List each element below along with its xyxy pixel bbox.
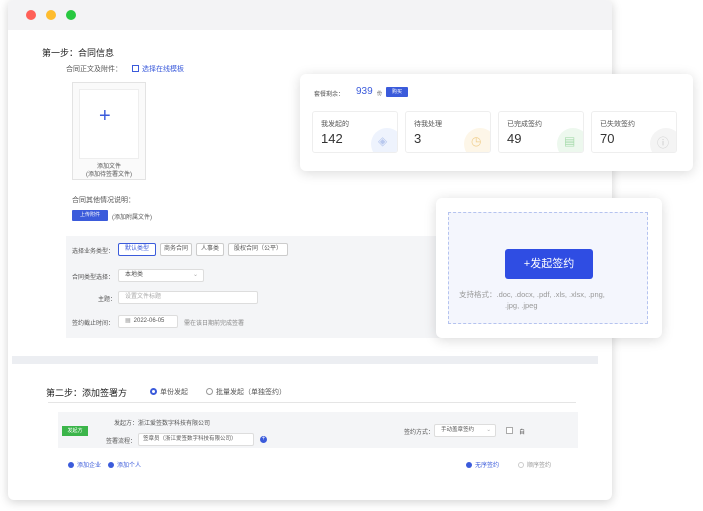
minimize-window-icon[interactable] bbox=[46, 10, 56, 20]
supported-formats-cont: .jpg, .jpeg bbox=[505, 301, 538, 310]
attachment-label: 合同正文及附件： bbox=[66, 66, 122, 73]
stat-label: 已失效签约 bbox=[600, 121, 635, 128]
document-check-icon: ▤ bbox=[557, 128, 583, 152]
signer-panel: 发起方 发起方： 浙江爱签数字科技有限公司 签署流程： 签章员（浙江爱签数字科技… bbox=[58, 412, 578, 448]
mode-batch-radio[interactable]: 批量发起（单独签约） bbox=[206, 387, 286, 397]
stat-value: 49 bbox=[507, 131, 522, 146]
contract-form-panel: 选择业务类型： 默认类型 商务合同 人事类 股权合同（公平） 合同类型选择： 本… bbox=[66, 236, 446, 338]
initiator-value: 浙江爱签数字科技有限公司 bbox=[138, 421, 211, 427]
stat-label: 我发起的 bbox=[321, 121, 349, 128]
add-company-link[interactable]: 添加企业 bbox=[68, 460, 101, 469]
online-template-link[interactable]: 选择在线模板 bbox=[132, 64, 184, 74]
business-type-hr[interactable]: 人事类 bbox=[196, 243, 224, 256]
plus-circle-icon bbox=[108, 462, 114, 468]
stat-pending[interactable]: 待我处理 3 ◷ bbox=[405, 111, 491, 153]
chevron-down-icon: ⌄ bbox=[486, 427, 491, 433]
other-info-label: 合同其他情况说明： bbox=[72, 197, 135, 204]
self-checkbox[interactable] bbox=[506, 427, 513, 434]
buy-button[interactable]: 购买 bbox=[386, 87, 408, 97]
info-icon: ⓘ bbox=[650, 128, 676, 152]
upload-attachment-button[interactable]: 上传附件 bbox=[72, 210, 108, 221]
stat-label: 待我处理 bbox=[414, 121, 442, 128]
stat-value: 3 bbox=[414, 131, 422, 146]
business-type-default[interactable]: 默认类型 bbox=[118, 243, 156, 256]
remaining-unit: 份 bbox=[377, 91, 383, 97]
initiator-label: 发起方： bbox=[114, 421, 139, 427]
sign-process-select[interactable]: 签章员（浙江爱签数字科技有限公司） bbox=[138, 433, 254, 446]
remaining-value: 939 bbox=[356, 86, 373, 97]
business-type-equity[interactable]: 股权合同（公平） bbox=[228, 243, 288, 256]
order-parallel-radio[interactable]: 无序签约 bbox=[466, 460, 499, 469]
mode-single-radio[interactable]: 单份发起 bbox=[150, 387, 188, 397]
close-window-icon[interactable] bbox=[26, 10, 36, 20]
stat-expired[interactable]: 已失效签约 70 ⓘ bbox=[591, 111, 677, 153]
section-divider bbox=[12, 356, 598, 364]
stat-completed[interactable]: 已完成签约 49 ▤ bbox=[498, 111, 584, 153]
sign-method-select[interactable]: 手动盖章签约 ⌄ bbox=[434, 424, 496, 437]
deadline-label: 签约截止时间： bbox=[72, 321, 115, 327]
radio-unchecked-icon bbox=[206, 388, 213, 395]
title-bar bbox=[8, 0, 612, 30]
stat-initiated[interactable]: 我发起的 142 ◈ bbox=[312, 111, 398, 153]
upload-dropzone[interactable]: +发起签约 支持格式：.doc, .docx, .pdf, .xls, .xls… bbox=[448, 212, 648, 324]
launch-card: +发起签约 支持格式：.doc, .docx, .pdf, .xls, .xls… bbox=[436, 198, 662, 338]
stats-card: 套餐剩余： 939 份 购买 我发起的 142 ◈ 待我处理 3 ◷ 已完成签约… bbox=[300, 74, 693, 171]
upload-hint: (添加附属文件) bbox=[112, 215, 152, 221]
add-signer-icon[interactable]: + bbox=[260, 436, 267, 443]
order-sequential-radio[interactable]: 顺序签约 bbox=[518, 460, 551, 469]
chevron-down-icon: ⌄ bbox=[192, 272, 198, 278]
stat-label: 已完成签约 bbox=[507, 121, 542, 128]
maximize-window-icon[interactable] bbox=[66, 10, 76, 20]
stat-value: 142 bbox=[321, 131, 343, 146]
add-file-box[interactable]: + 添加文件 (添加待签署文件) bbox=[72, 82, 146, 180]
plus-icon: + bbox=[99, 105, 111, 127]
clock-icon: ◷ bbox=[464, 128, 490, 152]
business-type-label: 选择业务类型： bbox=[72, 249, 115, 255]
initiator-badge: 发起方 bbox=[62, 426, 88, 436]
radio-checked-icon bbox=[150, 388, 157, 395]
business-type-commerce[interactable]: 商务合同 bbox=[160, 243, 192, 256]
stat-value: 70 bbox=[600, 131, 615, 146]
self-label: 自 bbox=[519, 430, 526, 436]
launch-sign-button[interactable]: +发起签约 bbox=[505, 249, 593, 279]
add-person-link[interactable]: 添加个人 bbox=[108, 460, 141, 469]
contract-type-label: 合同类型选择： bbox=[72, 275, 115, 281]
plus-circle-icon bbox=[68, 462, 74, 468]
subject-label: 主题： bbox=[98, 297, 117, 303]
add-file-subtext: (添加待签署文件) bbox=[86, 172, 132, 178]
template-icon bbox=[132, 65, 139, 72]
sign-process-label: 签署流程： bbox=[106, 439, 137, 445]
sign-method-label: 签约方式： bbox=[404, 430, 435, 436]
deadline-input[interactable]: ▦ 2022-06-05 bbox=[118, 315, 178, 328]
subject-input[interactable]: 设置文件标题 bbox=[118, 291, 258, 304]
contract-type-select[interactable]: 本地类 ⌄ bbox=[118, 269, 204, 282]
step1-title: 第一步：合同信息 bbox=[42, 48, 115, 58]
deadline-hint: 需在该日期前完成签署 bbox=[184, 321, 245, 327]
remaining-label: 套餐剩余： bbox=[314, 92, 345, 98]
radio-checked-icon bbox=[466, 462, 472, 468]
supported-formats: 支持格式：.doc, .docx, .pdf, .xls, .xlsx, .pn… bbox=[459, 290, 605, 299]
step2-title: 第二步：添加签署方 bbox=[46, 388, 128, 398]
step2-divider bbox=[48, 402, 576, 403]
calendar-icon: ▦ bbox=[125, 318, 131, 324]
layers-icon: ◈ bbox=[371, 128, 397, 152]
radio-unchecked-icon bbox=[518, 462, 524, 468]
